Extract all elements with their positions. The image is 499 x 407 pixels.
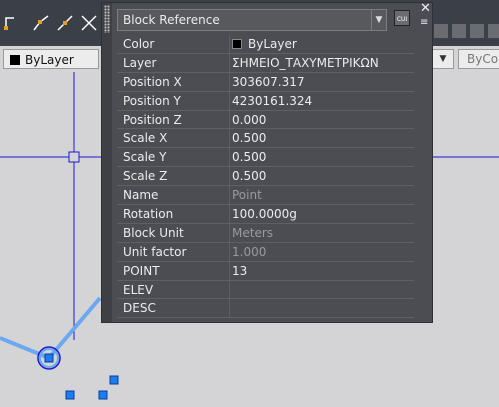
property-row-block-unit[interactable]: Block Unit Meters <box>117 223 414 243</box>
property-row-elev[interactable]: ELEV <box>117 280 414 300</box>
property-row-position-y[interactable]: Position Y 4230161.324 <box>117 91 414 111</box>
blue-grip <box>109 375 119 385</box>
property-row-scale-y[interactable]: Scale Y 0.500 <box>117 148 414 168</box>
blue-grip <box>44 353 54 363</box>
property-row-position-z[interactable]: Position Z 0.000 <box>117 110 414 130</box>
spline-tool-icon[interactable] <box>56 14 74 32</box>
property-row-unit-factor[interactable]: Unit factor 1.000 <box>117 242 414 262</box>
property-row-rotation[interactable]: Rotation 100.0000g <box>117 205 414 224</box>
property-row-desc[interactable]: DESC <box>117 299 414 319</box>
line-tool-icon[interactable] <box>32 14 50 32</box>
property-row-position-x[interactable]: Position X 303607.317 <box>117 72 414 92</box>
close-icon[interactable]: ✕ <box>420 1 431 16</box>
property-row-layer[interactable]: Layer ΣΗΜΕΙΟ_ΤΑΧΥΜΕΤΡΙΚΩΝ <box>117 53 414 73</box>
trim-tool-icon[interactable] <box>80 14 98 32</box>
color-swatch <box>232 39 242 49</box>
palette-title-bar[interactable] <box>102 3 112 322</box>
object-type-selector[interactable]: Block Reference ▼ <box>117 9 387 31</box>
quick-select-icon[interactable]: CUI <box>394 10 410 26</box>
property-row-scale-z[interactable]: Scale Z 0.500 <box>117 167 414 187</box>
grip-icon <box>104 5 110 33</box>
polyline-tool-icon[interactable] <box>4 14 22 32</box>
property-row-scale-x[interactable]: Scale X 0.500 <box>117 129 414 149</box>
blue-grip <box>65 390 75 400</box>
chevron-down-icon[interactable]: ▼ <box>371 10 386 30</box>
blue-grip <box>98 390 108 400</box>
properties-palette: Block Reference ▼ CUI ✕ ≡ Color ByLayer L… <box>101 1 433 323</box>
right-toolbar-icons[interactable] <box>434 18 499 44</box>
properties-grid: Color ByLayer Layer ΣΗΜΕΙΟ_ΤΑΧΥΜΕΤΡΙΚΩΝ Po… <box>117 35 414 319</box>
property-row-name[interactable]: Name Point <box>117 186 414 206</box>
layer-combo-value: ByLayer <box>25 53 74 67</box>
property-row-color[interactable]: Color ByLayer <box>117 35 414 54</box>
property-row-point[interactable]: POINT 13 <box>117 261 414 281</box>
menu-icon[interactable]: ≡ <box>420 17 428 28</box>
insertion-grip <box>68 151 80 163</box>
layer-combo[interactable]: ByLayer <box>3 49 99 69</box>
bycolor-combo[interactable]: ByCol <box>458 49 499 69</box>
color-swatch <box>10 55 20 65</box>
object-type-value: Block Reference <box>123 13 220 27</box>
chevron-down-icon[interactable]: ▼ <box>432 49 454 69</box>
